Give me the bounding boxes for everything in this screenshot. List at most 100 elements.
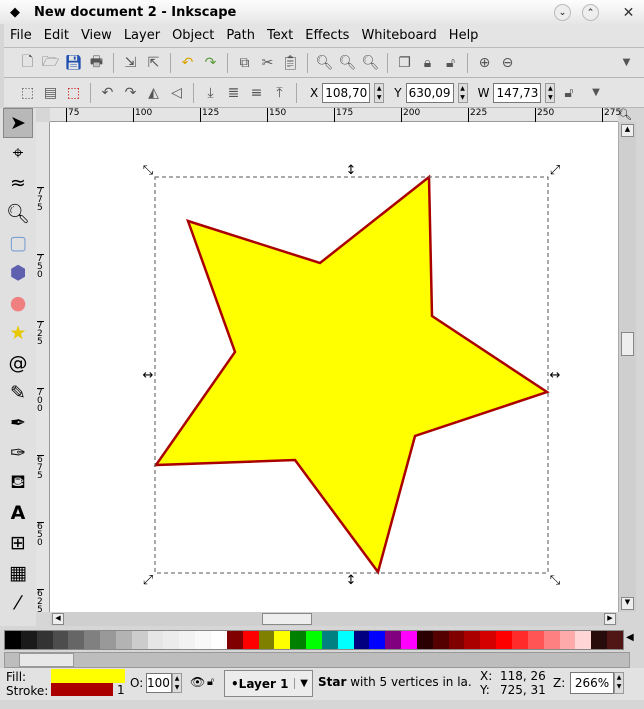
palette-menu-icon[interactable]: ◀ <box>626 632 634 643</box>
opacity-spinner[interactable]: ▲ ▼ <box>172 673 182 693</box>
w-input[interactable] <box>493 82 542 103</box>
rotate-cw-icon[interactable]: ↷ <box>121 83 140 102</box>
x-spinner[interactable]: ▲ ▼ <box>374 82 385 103</box>
stroke-swatch[interactable] <box>51 683 113 696</box>
raise-top-icon[interactable]: ⤒ <box>270 83 289 102</box>
tool-pencil-icon[interactable]: ✎︎ <box>3 378 33 408</box>
visibility-eye-icon[interactable]: 👁︎ <box>190 675 205 689</box>
toolbar-overflow-icon[interactable]: ▼ <box>617 53 636 72</box>
tool-3d-box-icon[interactable]: ⬢︎ <box>3 258 33 288</box>
fill-swatch[interactable] <box>51 669 125 683</box>
palette-swatch[interactable] <box>480 631 497 649</box>
tool-calligraphy-icon[interactable]: ✑︎ <box>3 438 33 468</box>
palette-swatch[interactable] <box>242 631 259 649</box>
select-all-icon[interactable]: ⬚ <box>18 83 37 102</box>
palette-swatch[interactable] <box>131 631 148 649</box>
tool-dropper-icon[interactable]: ⁄︎ <box>3 588 33 618</box>
toolbar-overflow-icon[interactable]: ▼ <box>586 83 605 102</box>
star-shape[interactable] <box>153 174 550 575</box>
palette-swatch[interactable] <box>258 631 275 649</box>
palette-swatch[interactable] <box>306 631 322 649</box>
palette-swatch[interactable] <box>163 631 180 649</box>
zoom-corner-icon[interactable]: 🔍︎ <box>618 108 636 122</box>
zoom-drawing-icon[interactable]: 🔍︎ <box>338 53 357 72</box>
palette-swatch[interactable] <box>274 631 291 649</box>
palette-swatch[interactable] <box>100 631 116 649</box>
palette-swatch[interactable] <box>496 631 512 649</box>
deselect-icon[interactable]: ⬚ <box>64 83 83 102</box>
vertical-scroll-thumb[interactable] <box>621 332 634 356</box>
y-input[interactable] <box>405 82 454 103</box>
tool-gradient-icon[interactable]: ▦︎ <box>3 558 33 588</box>
palette-swatch[interactable] <box>353 631 370 649</box>
menu-whiteboard[interactable]: Whiteboard <box>355 28 442 43</box>
palette-swatch[interactable] <box>5 631 21 649</box>
palette-swatch[interactable] <box>20 631 37 649</box>
palette-scroll-thumb[interactable] <box>19 653 74 667</box>
menu-text[interactable]: Text <box>261 28 299 43</box>
select-all-layers-icon[interactable]: ▤ <box>41 83 60 102</box>
menu-object[interactable]: Object <box>166 28 220 43</box>
tool-spiral-icon[interactable]: @︎ <box>3 348 33 378</box>
maximize-button[interactable]: ⌃ <box>582 4 599 21</box>
raise-icon[interactable]: ≡ <box>247 83 266 102</box>
tool-tweak-icon[interactable]: ≈︎ <box>3 168 33 198</box>
palette-swatch[interactable] <box>84 631 101 649</box>
vertical-scrollbar[interactable]: ▲ ▼ <box>618 122 636 612</box>
palette-swatch[interactable] <box>607 631 623 649</box>
palette-swatch[interactable] <box>575 631 592 649</box>
group-icon[interactable]: ❐︎ <box>395 53 414 72</box>
palette-swatch[interactable] <box>321 631 338 649</box>
palette-swatch[interactable] <box>527 631 544 649</box>
palette-swatch[interactable] <box>179 631 196 649</box>
palette-swatch[interactable] <box>512 631 528 649</box>
new-icon[interactable]: 🗋︎ <box>18 53 37 72</box>
paste-icon[interactable]: 📋︎ <box>281 53 300 72</box>
rotate-ccw-icon[interactable]: ↶ <box>98 83 117 102</box>
lock-ratio-icon[interactable]: 🔓︎ <box>559 83 578 102</box>
palette-swatch[interactable] <box>147 631 164 649</box>
lock-icon[interactable]: 🔒︎ <box>418 53 437 72</box>
close-button[interactable]: ✕ <box>620 4 637 21</box>
palette-swatch[interactable] <box>337 631 354 649</box>
palette-swatch[interactable] <box>52 631 69 649</box>
menu-edit[interactable]: Edit <box>38 28 75 43</box>
tool-zoom-icon[interactable]: 🔍︎ <box>3 198 33 228</box>
tool-rectangle-icon[interactable]: ▢︎ <box>3 228 33 258</box>
menu-file[interactable]: File <box>4 28 38 43</box>
zoom-in-icon[interactable]: ⊕︎ <box>475 53 494 72</box>
zoom-page-icon[interactable]: 🔍︎ <box>361 53 380 72</box>
save-icon[interactable]: 💾︎ <box>64 53 83 72</box>
flip-horizontal-icon[interactable]: ◭ <box>144 83 163 102</box>
zoom-spinner[interactable]: ▲ ▼ <box>614 672 624 694</box>
palette-swatch[interactable] <box>369 631 386 649</box>
tool-pen-icon[interactable]: ✒︎ <box>3 408 33 438</box>
tool-node-icon[interactable]: ⌖︎ <box>3 138 33 168</box>
tool-selector-icon[interactable]: ➤︎ <box>3 108 33 138</box>
palette-swatch[interactable] <box>210 631 227 649</box>
horizontal-scrollbar[interactable]: ◀ ▶ <box>50 612 618 626</box>
menu-effects[interactable]: Effects <box>299 28 355 43</box>
tool-paint-bucket-icon[interactable]: ⛾︎ <box>3 468 33 498</box>
palette-swatch[interactable] <box>226 631 243 649</box>
palette-swatch[interactable] <box>401 631 417 649</box>
palette-swatch[interactable] <box>195 631 211 649</box>
minimize-button[interactable]: ⌄ <box>554 4 571 21</box>
tool-star-icon[interactable]: ★︎ <box>3 318 33 348</box>
palette-swatch[interactable] <box>543 631 560 649</box>
palette-scrollbar[interactable] <box>4 652 630 668</box>
layer-dropdown[interactable]: •Layer 1 ▼ <box>224 670 313 697</box>
duplicate-icon[interactable]: ⧉︎ <box>235 53 254 72</box>
opacity-input[interactable] <box>146 673 172 693</box>
tool-text-icon[interactable]: A︎ <box>3 498 33 528</box>
palette-swatch[interactable] <box>68 631 85 649</box>
menu-path[interactable]: Path <box>220 28 261 43</box>
layer-lock-icon[interactable]: 🔓︎ <box>207 675 214 689</box>
palette-swatch[interactable] <box>591 631 608 649</box>
export-icon[interactable]: ⇱︎ <box>144 53 163 72</box>
menu-help[interactable]: Help <box>443 28 485 43</box>
y-spinner[interactable]: ▲ ▼ <box>457 82 468 103</box>
import-icon[interactable]: ⇲︎ <box>121 53 140 72</box>
tool-connector-icon[interactable]: ⊞︎ <box>3 528 33 558</box>
lower-icon[interactable]: ≣ <box>224 83 243 102</box>
